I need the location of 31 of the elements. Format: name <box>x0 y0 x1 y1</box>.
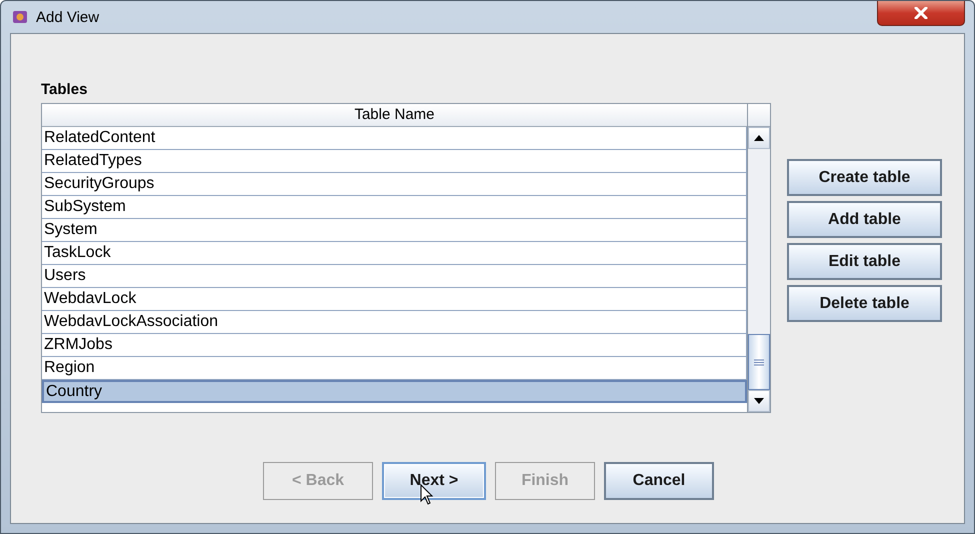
table-row[interactable]: ZRMJobs <box>42 334 747 357</box>
table-row[interactable]: SecurityGroups <box>42 173 747 196</box>
mouse-cursor-icon <box>420 484 434 506</box>
wizard-button[interactable]: Next > <box>382 462 486 500</box>
column-header[interactable]: Table Name <box>42 104 747 126</box>
table-row[interactable]: System <box>42 219 747 242</box>
grip-icon <box>754 358 764 366</box>
table-row[interactable]: WebdavLockAssociation <box>42 311 747 334</box>
wizard-button[interactable]: Cancel <box>604 462 714 500</box>
up-arrow-icon <box>754 135 764 141</box>
table-row[interactable]: TaskLock <box>42 242 747 265</box>
table-row[interactable]: Users <box>42 265 747 288</box>
scrollbar[interactable] <box>748 127 770 412</box>
app-icon <box>12 9 28 25</box>
close-button[interactable] <box>877 1 965 26</box>
down-arrow-icon <box>754 398 764 404</box>
side-button[interactable]: Edit table <box>787 243 942 280</box>
table-row[interactable]: RelatedTypes <box>42 150 747 173</box>
scroll-down-button[interactable] <box>748 390 770 412</box>
table-row[interactable]: RelatedContent <box>42 127 747 150</box>
side-button[interactable]: Add table <box>787 201 942 238</box>
scroll-up-button[interactable] <box>748 127 770 149</box>
section-label: Tables <box>41 81 88 100</box>
table-row[interactable]: Country <box>42 380 747 403</box>
table-row[interactable]: SubSystem <box>42 196 747 219</box>
scroll-thumb[interactable] <box>748 334 770 390</box>
close-icon <box>914 7 928 19</box>
side-button[interactable]: Create table <box>787 159 942 196</box>
window-title: Add View <box>36 8 100 26</box>
side-button[interactable]: Delete table <box>787 285 942 322</box>
table-row[interactable]: WebdavLock <box>42 288 747 311</box>
